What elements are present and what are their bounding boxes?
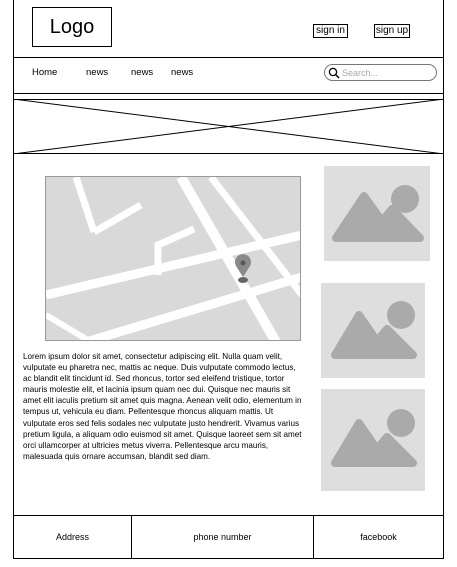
banner-placeholder <box>13 99 444 154</box>
header-divider <box>13 57 444 58</box>
image-placeholder-icon <box>332 185 424 242</box>
nav-divider <box>13 93 444 94</box>
search-icon <box>328 67 340 79</box>
image-placeholder-icon <box>331 301 417 359</box>
image-placeholder <box>321 283 425 378</box>
image-placeholder-icon <box>331 409 417 467</box>
sign-up-button[interactable]: sign up <box>374 24 410 38</box>
nav-news-2[interactable]: news <box>131 67 153 79</box>
nav-home[interactable]: Home <box>32 67 57 79</box>
image-placeholder <box>321 389 425 491</box>
footer-phone-number[interactable]: phone number <box>132 516 313 558</box>
nav-news-1[interactable]: news <box>86 67 108 79</box>
logo[interactable]: Logo <box>32 7 112 47</box>
body-paragraph: Lorem ipsum dolor sit amet, consectetur … <box>23 352 302 461</box>
map[interactable] <box>45 176 301 341</box>
nav-news-3[interactable]: news <box>171 67 193 79</box>
footer-facebook-link[interactable]: facebook <box>314 516 443 558</box>
map-icon <box>46 177 300 340</box>
search-placeholder: Search... <box>342 68 379 78</box>
image-placeholder <box>324 166 430 261</box>
search-input[interactable]: Search... <box>324 64 437 81</box>
footer-address[interactable]: Address <box>14 516 131 558</box>
sign-in-button[interactable]: sign in <box>313 24 348 38</box>
